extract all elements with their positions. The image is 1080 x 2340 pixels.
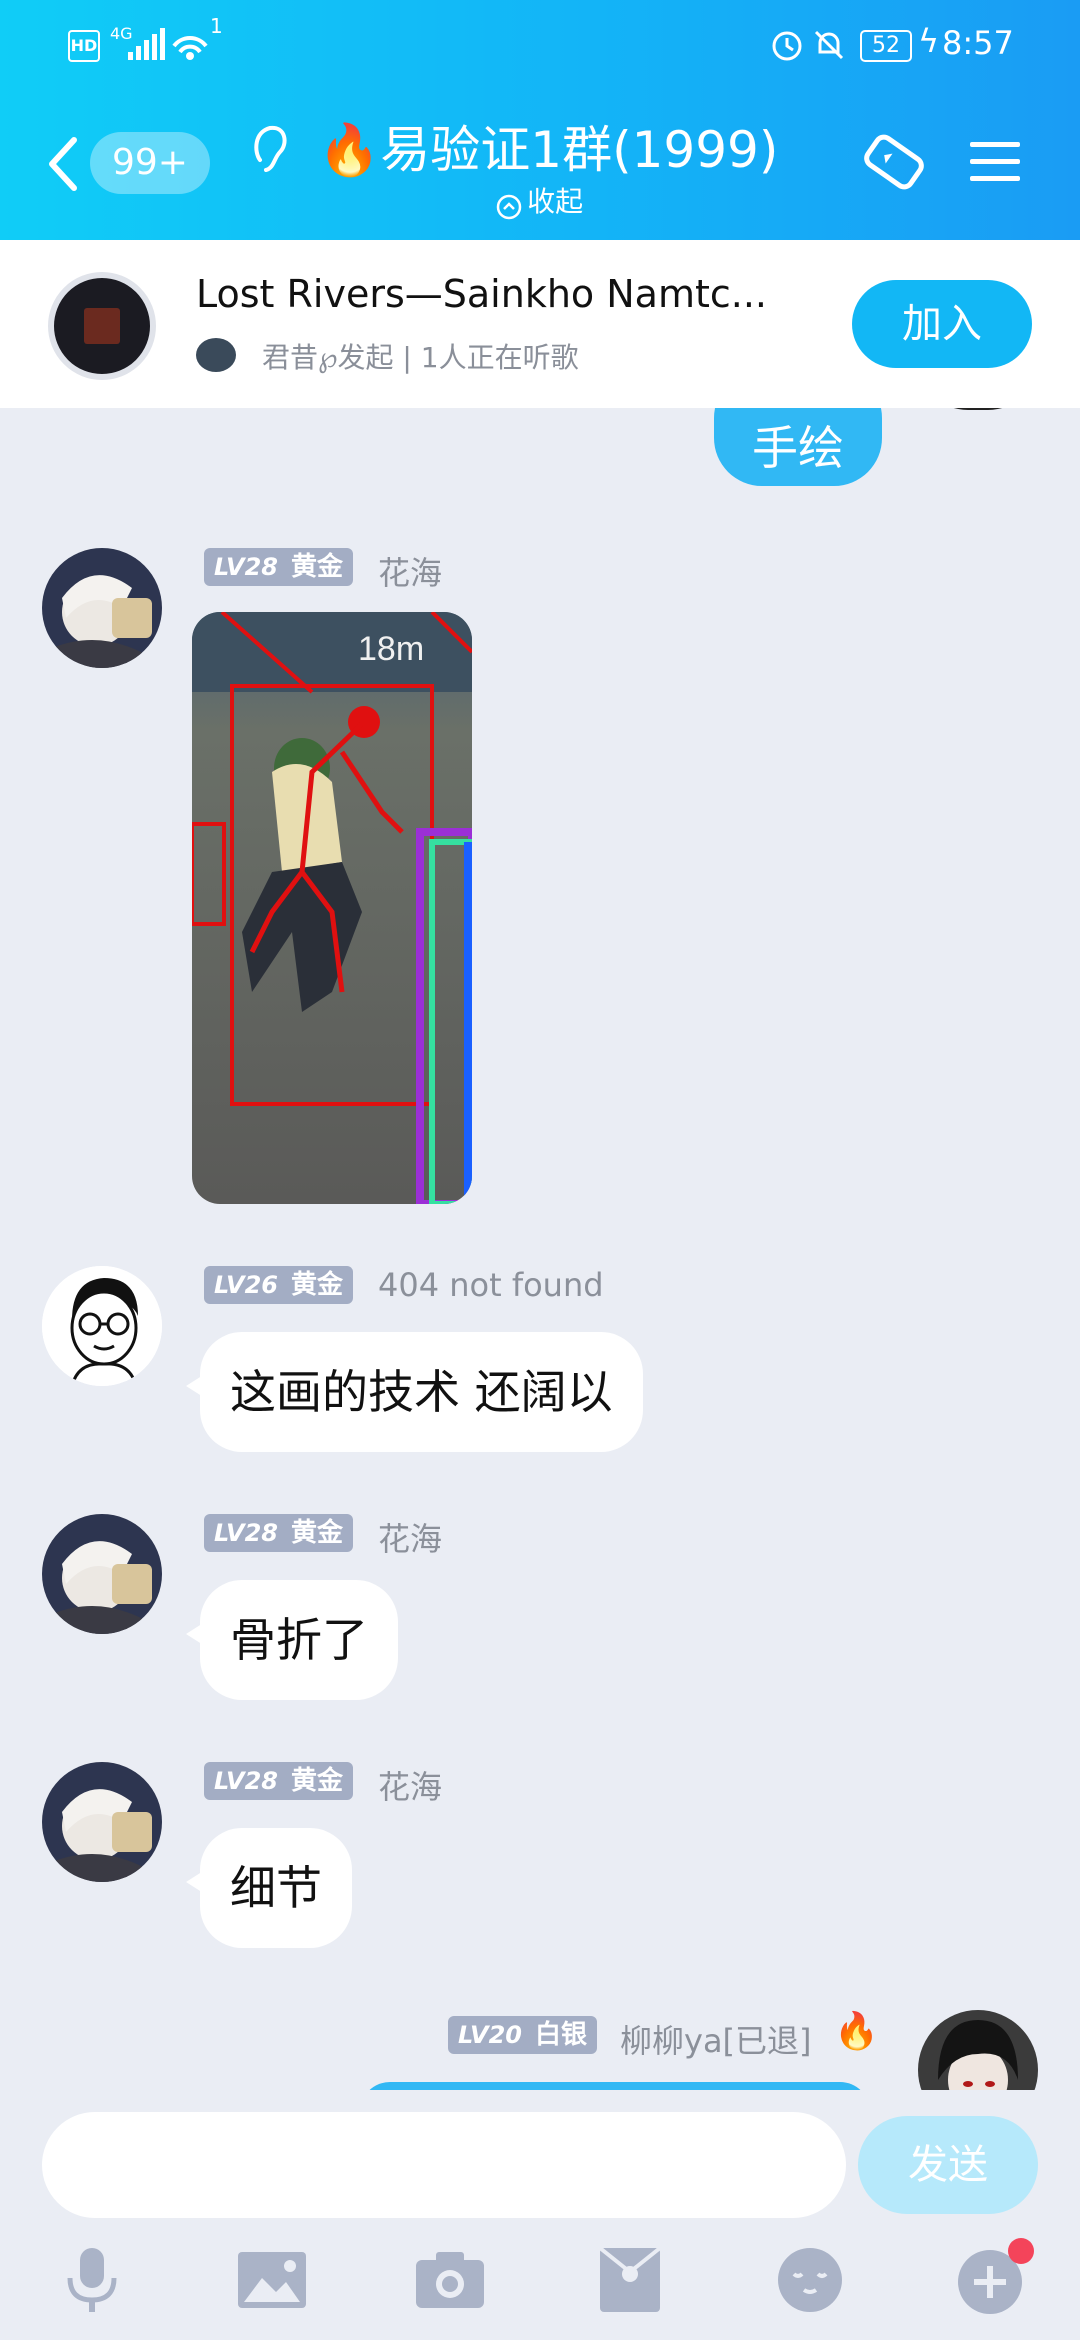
ticket-icon[interactable] [858, 126, 930, 198]
notification-dot [1008, 2238, 1034, 2264]
hotspot-icon [172, 36, 208, 60]
image-message[interactable]: 18m [192, 612, 472, 1204]
charging-icon: ϟ [918, 22, 940, 60]
sender-name: 柳柳ya[已退] [620, 2022, 812, 2060]
album-disc[interactable] [48, 272, 156, 380]
collapse-toggle[interactable]: 收起 [496, 180, 583, 220]
sender-name: 404 not found [378, 1266, 604, 1304]
clock: 8:57 [942, 24, 1014, 62]
message-bubble[interactable]: 骨折了 [186, 1580, 398, 1700]
level-badge: LV28 黄金 [204, 1762, 354, 1800]
rank: 黄金 [291, 1270, 344, 1300]
listen-info: 君昔℘发起 | 1人正在听歌 [262, 341, 579, 374]
red-packet-icon[interactable] [590, 2240, 670, 2320]
message-text: 手绘 [752, 421, 844, 475]
mute-icon [814, 30, 844, 60]
microphone-icon[interactable] [52, 2240, 132, 2320]
ear-icon[interactable] [250, 122, 290, 178]
avatar-anime-girl [42, 548, 162, 668]
emoji-icon[interactable] [770, 2240, 850, 2320]
level-badge: LV28 黄金 [204, 1514, 354, 1552]
avatar-anime-girl [42, 1514, 162, 1634]
initiator-avatar [196, 338, 236, 372]
level: LV28 [214, 1767, 278, 1795]
rank: 黄金 [291, 1518, 344, 1548]
avatar[interactable] [42, 1266, 162, 1386]
rank: 黄金 [291, 1766, 344, 1796]
chevron-up-circle-icon [496, 194, 522, 219]
level-badge: LV20 白银 [448, 2016, 598, 2054]
level: LV20 [458, 2021, 522, 2049]
battery-level: 52 [872, 33, 900, 58]
level-badge: LV28 黄金 [204, 548, 354, 586]
alarm-icon [772, 31, 802, 61]
join-button[interactable]: 加入 [852, 280, 1032, 368]
rank: 黄金 [291, 552, 344, 582]
sender-name: 花海 [378, 1768, 443, 1806]
level: LV26 [214, 1271, 278, 1299]
group-title[interactable]: 🔥易验证1群(1999) [318, 110, 778, 182]
send-button[interactable]: 发送 [858, 2116, 1038, 2214]
rank: 白银 [535, 2020, 588, 2050]
signal-icon [128, 28, 165, 60]
avatar-cartoon-man [42, 1266, 162, 1386]
level: LV28 [214, 553, 278, 581]
level: LV28 [214, 1519, 278, 1547]
unread-badge[interactable]: 99+ [90, 132, 210, 194]
image-distance-label: 18m [358, 630, 424, 668]
level-badge: LV26 黄金 [204, 1266, 354, 1304]
avatar[interactable] [42, 1514, 162, 1634]
avatar-anime-girl [42, 1762, 162, 1882]
game-screenshot: 18m [192, 612, 472, 1204]
song-title[interactable]: Lost Rivers—Sainkho Namtc... [196, 272, 767, 316]
back-chevron-icon[interactable] [44, 136, 80, 192]
notification-count: 1 [210, 14, 223, 38]
fire-icon: 🔥 [834, 2011, 879, 2052]
avatar[interactable] [42, 548, 162, 668]
battery-icon: 52 [860, 30, 912, 62]
collapse-label: 收起 [527, 185, 584, 218]
message-bubble[interactable]: 细节 [186, 1828, 352, 1948]
message-bubble[interactable]: 这画的技术 还阔以 [186, 1332, 643, 1452]
hd-icon: HD [68, 30, 100, 62]
image-icon[interactable] [232, 2240, 312, 2320]
avatar[interactable] [42, 1762, 162, 1882]
sender-name: 花海 [378, 1520, 443, 1558]
sender-name: 花海 [378, 554, 443, 592]
top-bar: HD 4G 1 52 ϟ 8:57 99+ 🔥易验证1群(1999) 收起 [0, 0, 1080, 240]
message-input[interactable] [42, 2112, 846, 2218]
camera-icon[interactable] [410, 2240, 490, 2320]
menu-icon[interactable] [968, 136, 1024, 188]
